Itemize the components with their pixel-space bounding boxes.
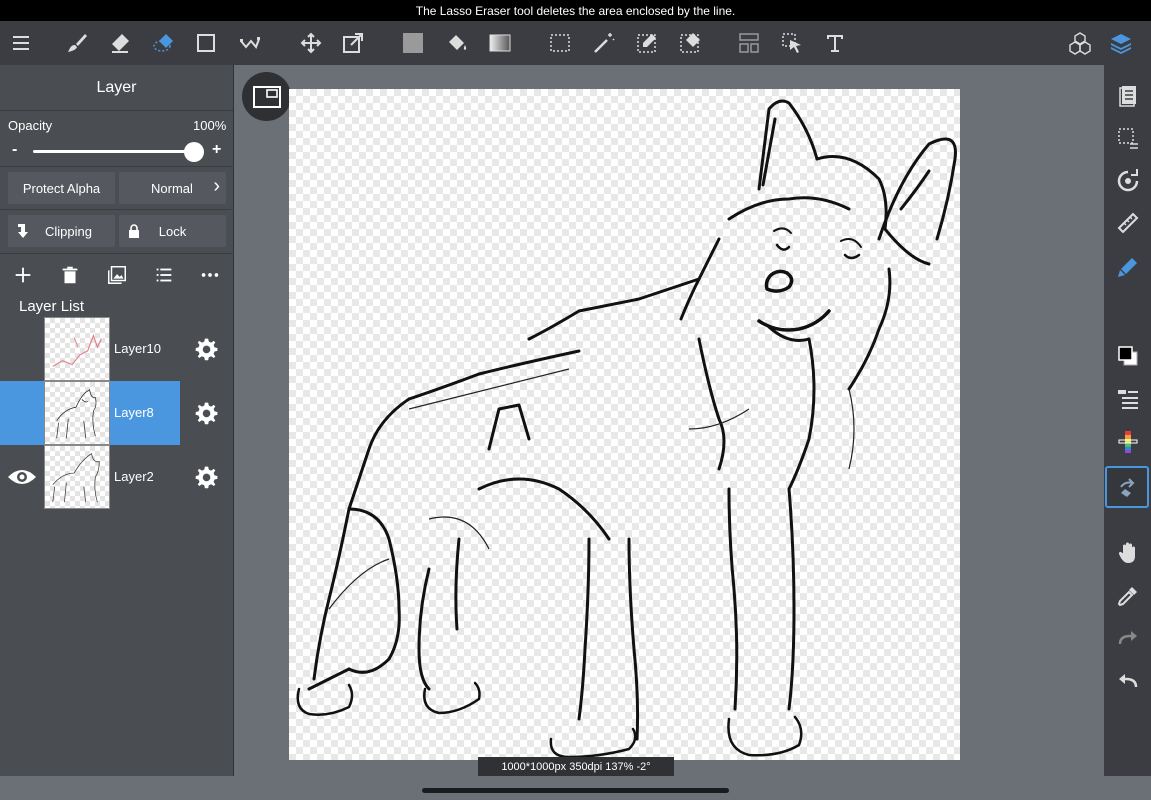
- add-layer-icon[interactable]: [11, 263, 35, 287]
- brush-icon[interactable]: [61, 27, 93, 59]
- canvas-info-text: 1000*1000px 350dpi 137% -2°: [501, 760, 651, 773]
- clipping-button[interactable]: Clipping: [8, 215, 115, 247]
- layer-row-layer10[interactable]: Layer10: [0, 317, 234, 381]
- opacity-minus-button[interactable]: -: [12, 141, 17, 159]
- layer-row-layer2[interactable]: Layer2: [0, 445, 234, 509]
- lasso-eraser-active-icon[interactable]: [1105, 466, 1149, 508]
- layer-actions: [0, 260, 234, 290]
- layer-list-label: Layer List: [19, 298, 85, 315]
- right-toolbar: [1104, 65, 1151, 776]
- rectangle-icon[interactable]: [190, 27, 222, 59]
- clipping-icon: [16, 223, 30, 239]
- trash-icon[interactable]: [58, 263, 82, 287]
- opacity-slider-knob[interactable]: [184, 142, 204, 162]
- layout-icon[interactable]: [733, 27, 765, 59]
- gear-icon[interactable]: [193, 465, 219, 491]
- layer-name: Layer2: [114, 469, 154, 484]
- protect-alpha-label: Protect Alpha: [22, 180, 101, 196]
- eye-icon[interactable]: [7, 467, 37, 487]
- opacity-slider[interactable]: [33, 150, 195, 153]
- protect-alpha-button[interactable]: Protect Alpha: [8, 172, 115, 204]
- eraser-icon[interactable]: [104, 27, 136, 59]
- status-message: The Lasso Eraser tool deletes the area e…: [415, 3, 736, 18]
- bucket-icon[interactable]: [441, 27, 473, 59]
- layer-panel: Layer Opacity 100% - + Protect Alpha Nor…: [0, 65, 234, 776]
- chevron-right-icon: ›: [213, 175, 220, 197]
- select-pen-icon[interactable]: [631, 27, 663, 59]
- eyedropper-icon[interactable]: [1112, 580, 1144, 612]
- divider: [0, 209, 234, 210]
- layers-icon[interactable]: [1105, 27, 1137, 59]
- lasso-eraser-icon[interactable]: [148, 27, 180, 59]
- redo-icon[interactable]: [1112, 622, 1144, 654]
- drawing-canvas[interactable]: [289, 89, 960, 760]
- navigator-button[interactable]: [242, 72, 291, 121]
- lock-label: Lock: [158, 223, 187, 239]
- materials-icon[interactable]: [1064, 27, 1096, 59]
- menu-icon[interactable]: [5, 27, 37, 59]
- layer-list-icon[interactable]: [152, 263, 176, 287]
- layer-name: Layer8: [114, 405, 154, 420]
- layer-row-layer8[interactable]: Layer8: [0, 381, 234, 445]
- opacity-plus-button[interactable]: +: [212, 141, 221, 159]
- layer-name: Layer10: [114, 341, 161, 356]
- lock-icon: [128, 224, 140, 238]
- layer-thumbnail: [44, 445, 110, 509]
- layer-thumbnail: [44, 317, 110, 381]
- canvas-info: 1000*1000px 350dpi 137% -2°: [478, 757, 674, 776]
- color-swatch-icon[interactable]: [1112, 340, 1144, 372]
- lock-button[interactable]: Lock: [119, 215, 226, 247]
- opacity-label: Opacity: [8, 118, 53, 133]
- home-indicator[interactable]: [422, 788, 729, 793]
- layer-thumbnail: [44, 381, 110, 445]
- selection-icon[interactable]: [1112, 122, 1144, 154]
- gradient-icon[interactable]: [484, 27, 516, 59]
- clipping-label: Clipping: [45, 223, 92, 239]
- fill-color-icon[interactable]: [397, 27, 429, 59]
- move-icon[interactable]: [295, 27, 327, 59]
- layer-image-icon[interactable]: [105, 263, 129, 287]
- select-move-icon[interactable]: [776, 27, 808, 59]
- opacity-value: 100%: [193, 118, 227, 133]
- select-eraser-icon[interactable]: [674, 27, 706, 59]
- brush-list-icon[interactable]: [1112, 383, 1144, 415]
- wolf-line-art: [296, 99, 957, 759]
- color-palette-icon[interactable]: [1112, 426, 1144, 458]
- hand-icon[interactable]: [1112, 537, 1144, 569]
- pen-fill-icon[interactable]: [1112, 251, 1144, 283]
- pen-vector-icon[interactable]: [234, 27, 266, 59]
- page-icon[interactable]: [1112, 79, 1144, 111]
- ruler-icon[interactable]: [1112, 207, 1144, 239]
- divider: [0, 166, 234, 167]
- blend-mode-select[interactable]: Normal ›: [119, 172, 226, 204]
- rotate-icon[interactable]: [1112, 165, 1144, 197]
- status-bar: The Lasso Eraser tool deletes the area e…: [0, 0, 1151, 21]
- more-icon[interactable]: [198, 263, 222, 287]
- app-root: The Lasso Eraser tool deletes the area e…: [0, 0, 1151, 800]
- text-icon[interactable]: [819, 27, 851, 59]
- gear-icon[interactable]: [193, 337, 219, 363]
- undo-icon[interactable]: [1112, 665, 1144, 697]
- panel-title: Layer: [0, 65, 233, 111]
- select-rect-icon[interactable]: [544, 27, 576, 59]
- divider: [0, 253, 234, 254]
- transform-icon[interactable]: [337, 27, 369, 59]
- magic-wand-icon[interactable]: [588, 27, 620, 59]
- navigator-icon: [252, 85, 281, 108]
- gear-icon[interactable]: [193, 401, 219, 427]
- blend-mode-label: Normal: [151, 180, 193, 196]
- top-toolbar: [0, 21, 1151, 65]
